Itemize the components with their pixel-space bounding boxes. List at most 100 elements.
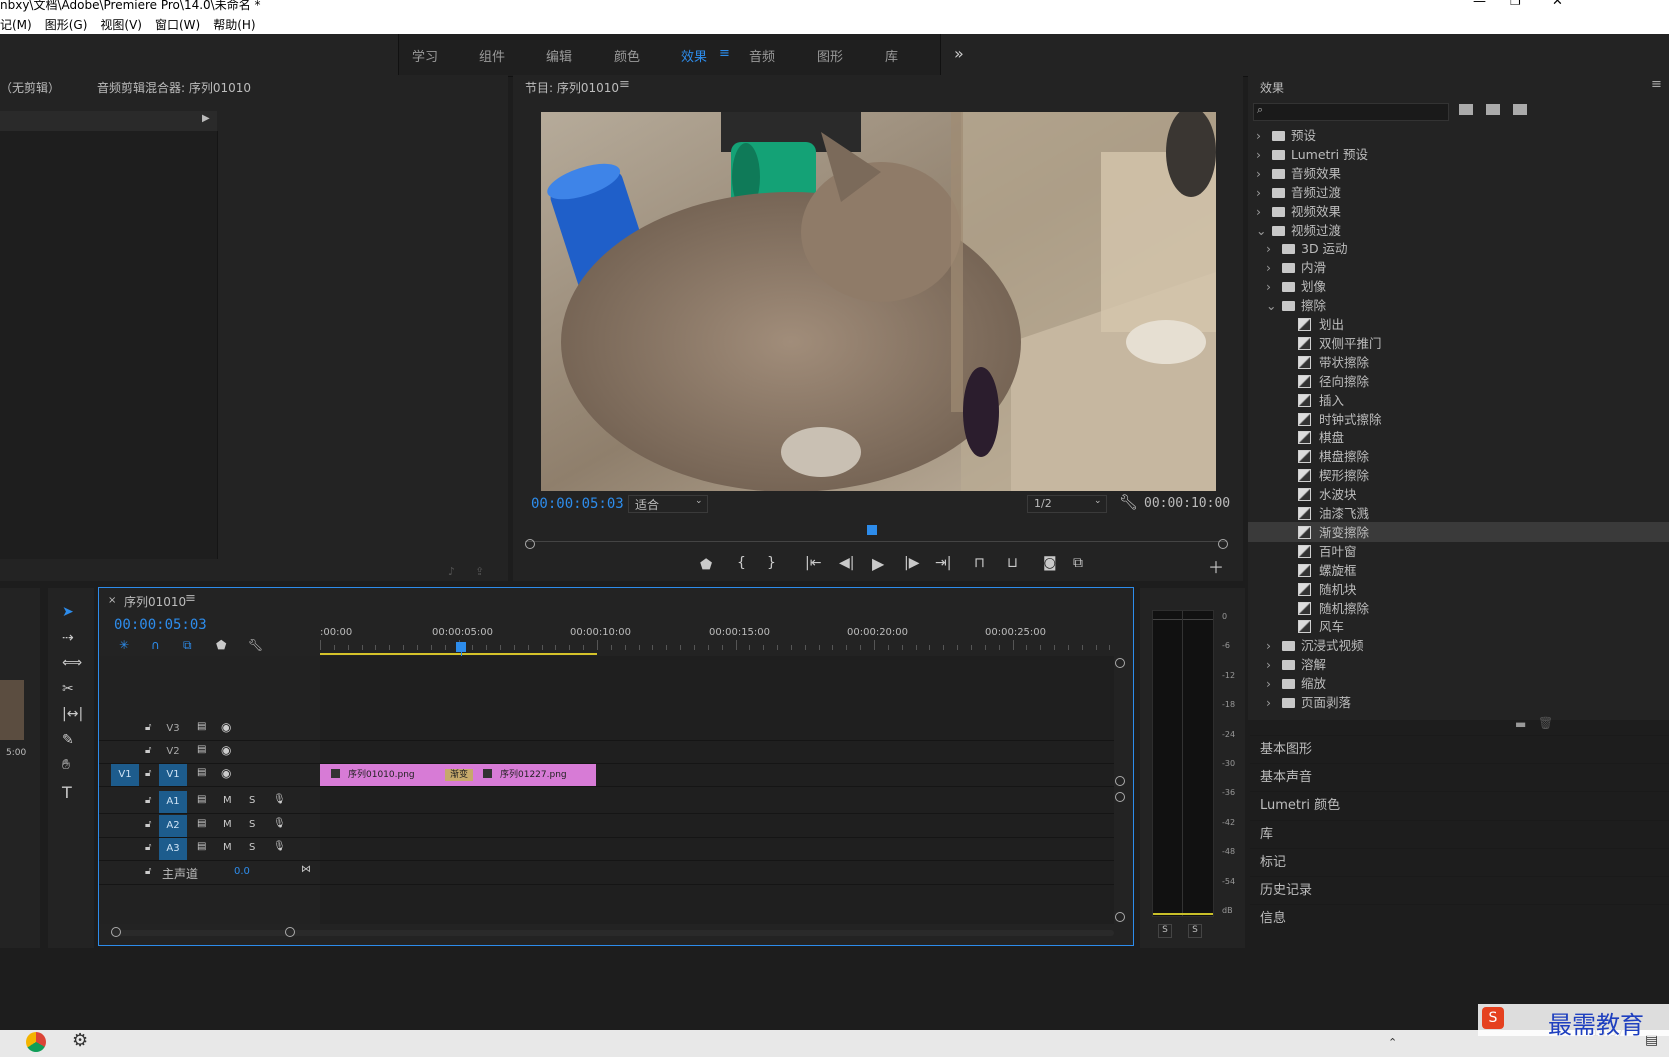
mic-icon[interactable]: 🎙︎ bbox=[273, 818, 286, 829]
scroll-handle-left[interactable] bbox=[525, 539, 535, 549]
chevron-right-icon[interactable]: › bbox=[1266, 695, 1276, 710]
menu-item[interactable]: 窗口(W) bbox=[155, 18, 200, 32]
mic-icon[interactable]: 🎙︎ bbox=[273, 794, 286, 805]
workspace-tab[interactable]: 组件 bbox=[479, 46, 505, 65]
effects-tree-item[interactable]: 径向擦除 bbox=[1248, 371, 1669, 391]
workspace-tab[interactable]: 效果 bbox=[681, 46, 707, 65]
workspace-menu-icon[interactable]: ≡ bbox=[719, 46, 730, 61]
workspace-tab[interactable]: 颜色 bbox=[614, 46, 640, 65]
master-value[interactable]: 0.0 bbox=[234, 866, 250, 877]
effects-tree-item[interactable]: ⌄ 视频过渡 bbox=[1248, 220, 1669, 240]
type-tool-icon[interactable]: T bbox=[62, 783, 72, 802]
effects-tree-item[interactable]: 划出 bbox=[1248, 314, 1669, 334]
timeline-title[interactable]: 序列01010 bbox=[124, 593, 186, 610]
film-icon[interactable]: ▤ bbox=[197, 818, 206, 829]
more-workspaces-icon[interactable]: » bbox=[954, 44, 964, 63]
chevron-right-icon[interactable]: › bbox=[1266, 676, 1276, 691]
razor-tool-icon[interactable]: ✂ bbox=[62, 681, 74, 697]
scroll-handle-right[interactable] bbox=[1218, 539, 1228, 549]
workspace-tab[interactable]: 音频 bbox=[749, 46, 775, 65]
program-timecode[interactable]: 00:00:05:03 bbox=[531, 496, 624, 512]
new-bin-icon[interactable]: ▬ bbox=[1515, 717, 1526, 731]
chevron-right-icon[interactable]: › bbox=[1256, 128, 1266, 143]
mic-icon[interactable]: 🎙︎ bbox=[273, 841, 286, 852]
effects-tree-item[interactable]: › Lumetri 预设 bbox=[1248, 144, 1669, 164]
chevron-right-icon[interactable]: › bbox=[1266, 657, 1276, 672]
effects-tree-item[interactable]: › 溶解 bbox=[1248, 654, 1669, 674]
mute-button[interactable]: M bbox=[223, 842, 232, 853]
effects-tree-item[interactable]: 棋盘 bbox=[1248, 427, 1669, 447]
effects-tree-item[interactable]: 棋盘擦除 bbox=[1248, 446, 1669, 466]
step-back-icon[interactable]: ◀| bbox=[839, 555, 854, 571]
eye-icon[interactable]: ◉ bbox=[221, 766, 231, 780]
side-panel-item[interactable]: 库 bbox=[1250, 819, 1669, 847]
track-label[interactable]: V3 bbox=[159, 718, 187, 740]
effects-tree-item[interactable]: › 缩放 bbox=[1248, 673, 1669, 693]
close-tab-icon[interactable]: × bbox=[108, 595, 116, 606]
effects-tree-item[interactable]: 随机擦除 bbox=[1248, 598, 1669, 618]
track-label[interactable]: A2 bbox=[159, 815, 187, 837]
chevron-right-icon[interactable]: › bbox=[1266, 260, 1276, 275]
lock-icon[interactable]: 🔓︎ bbox=[145, 768, 151, 779]
timeline-timecode[interactable]: 00:00:05:03 bbox=[114, 617, 207, 633]
nest-icon[interactable]: ✳ bbox=[119, 638, 129, 652]
extract-icon[interactable]: ⊔ bbox=[1007, 555, 1018, 571]
linked-selection-icon[interactable]: ⧉ bbox=[183, 638, 192, 653]
v-scroll-handle[interactable] bbox=[1115, 792, 1125, 802]
work-area-bar[interactable] bbox=[320, 653, 597, 655]
snap-icon[interactable]: ∩ bbox=[151, 638, 160, 652]
pen-tool-icon[interactable]: ✎ bbox=[62, 732, 74, 748]
timeline-settings-icon[interactable]: 🔧︎ bbox=[248, 638, 263, 652]
workspace-tab[interactable]: 学习 bbox=[412, 46, 438, 65]
lock-icon[interactable]: 🔓︎ bbox=[145, 842, 151, 853]
audio-clip-mixer-tab[interactable]: 音频剪辑混合器: 序列01010 bbox=[97, 79, 251, 96]
go-to-out-icon[interactable]: ⇥| bbox=[935, 555, 951, 571]
effects-tree-item[interactable]: › 音频效果 bbox=[1248, 163, 1669, 183]
film-icon[interactable]: ▤ bbox=[197, 794, 206, 805]
chevron-right-icon[interactable]: › bbox=[1256, 147, 1266, 162]
fit-dropdown[interactable]: 适合 ⌄ bbox=[628, 495, 708, 513]
effects-tree-item[interactable]: 随机块 bbox=[1248, 579, 1669, 599]
effects-tree-item[interactable]: ⌄ 擦除 bbox=[1248, 295, 1669, 315]
menu-item[interactable]: 帮助(H) bbox=[213, 18, 255, 32]
film-icon[interactable]: ▤ bbox=[197, 767, 206, 778]
menu-item[interactable]: 视图(V) bbox=[100, 18, 142, 32]
effects-tree-item[interactable]: 百叶窗 bbox=[1248, 541, 1669, 561]
ripple-edit-tool-icon[interactable]: ⟺ bbox=[62, 655, 82, 671]
v-scroll-handle[interactable] bbox=[1115, 912, 1125, 922]
lock-icon[interactable]: 🔓︎ bbox=[145, 819, 151, 830]
effects-tree-item[interactable]: › 沉浸式视频 bbox=[1248, 635, 1669, 655]
eye-icon[interactable]: ◉ bbox=[221, 743, 231, 757]
chevron-right-icon[interactable]: › bbox=[1256, 166, 1266, 181]
minimize-icon[interactable]: — bbox=[1473, 0, 1486, 9]
source-patch[interactable]: V1 bbox=[111, 764, 139, 786]
effects-tree-item[interactable]: › 内滑 bbox=[1248, 257, 1669, 277]
source-tab[interactable]: （无剪辑） bbox=[0, 79, 60, 96]
side-panel-item[interactable]: Lumetri 颜色 bbox=[1250, 791, 1669, 818]
v-scroll-handle[interactable] bbox=[1115, 658, 1125, 668]
lock-icon[interactable]: 🔓︎ bbox=[145, 795, 151, 806]
mute-button[interactable]: M bbox=[223, 819, 232, 830]
effects-tree-item[interactable]: 双侧平推门 bbox=[1248, 333, 1669, 353]
track-select-tool-icon[interactable]: ⇢ bbox=[62, 630, 74, 646]
solo-button[interactable]: S bbox=[249, 842, 255, 853]
panel-menu-icon[interactable]: ≡ bbox=[185, 591, 196, 606]
side-panel-item[interactable]: 基本图形 bbox=[1250, 735, 1669, 762]
chevron-down-icon[interactable]: ⌄ bbox=[1256, 223, 1266, 238]
chevron-right-icon[interactable]: › bbox=[1256, 204, 1266, 219]
film-icon[interactable]: ▤ bbox=[197, 744, 206, 755]
accelerated-effects-icon[interactable] bbox=[1459, 104, 1473, 115]
program-scrubber[interactable] bbox=[525, 519, 1228, 549]
comparison-view-icon[interactable]: ⧉ bbox=[1073, 555, 1083, 571]
go-to-in-icon[interactable]: |⇤ bbox=[805, 555, 821, 571]
expand-icon[interactable]: ▶ bbox=[202, 113, 210, 124]
playhead-handle[interactable] bbox=[456, 642, 466, 652]
effects-search-input[interactable]: ⌕ bbox=[1253, 103, 1449, 121]
effects-tree-item[interactable]: 油漆飞溅 bbox=[1248, 503, 1669, 523]
workspace-tab[interactable]: 图形 bbox=[817, 46, 843, 65]
slip-tool-icon[interactable]: |↔| bbox=[62, 706, 83, 722]
track-label[interactable]: V2 bbox=[159, 741, 187, 763]
menu-item[interactable]: 记(M) bbox=[0, 18, 32, 32]
v-scroll-handle[interactable] bbox=[1115, 776, 1125, 786]
step-forward-icon[interactable]: |▶ bbox=[904, 555, 919, 571]
